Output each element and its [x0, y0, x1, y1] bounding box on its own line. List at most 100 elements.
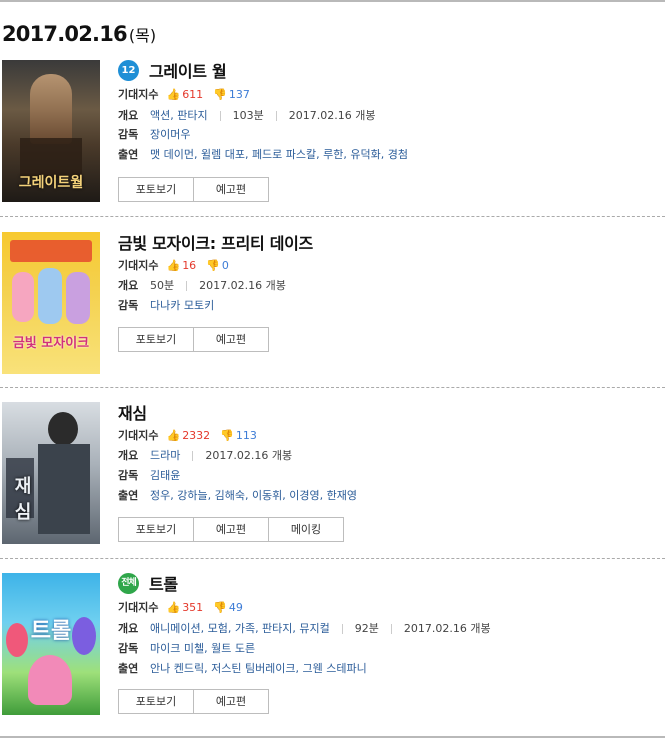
cast-row: 출연 안나 켄드릭, 저스틴 팀버레이크, 그웬 스테파니: [118, 661, 367, 677]
movie-title[interactable]: 트롤: [149, 575, 178, 594]
separator: [341, 624, 343, 634]
dislike-button[interactable]: 👎 0: [206, 259, 229, 272]
runtime: 92분: [354, 622, 379, 635]
photo-button[interactable]: 포토보기: [118, 689, 194, 714]
action-buttons: 포토보기 예고편: [118, 177, 269, 202]
genre-links[interactable]: 애니메이션, 모험, 가족, 판타지, 뮤지컬: [150, 622, 330, 635]
title-row: 재심: [118, 400, 147, 423]
title-row: 금빛 모자이크: 프리티 데이즈: [118, 230, 313, 253]
age-rating-badge: 전체: [118, 572, 139, 594]
cast-label: 출연: [118, 148, 139, 161]
genre-links[interactable]: 드라마: [150, 449, 180, 462]
action-buttons: 포토보기 예고편: [118, 327, 269, 352]
dislike-button[interactable]: 👎 137: [213, 88, 250, 101]
day-of-week: (목): [128, 26, 157, 45]
date-text: 2017.02.16: [2, 22, 128, 46]
cast-label: 출연: [118, 662, 139, 675]
release-date: 2017.02.16 개봉: [199, 279, 286, 292]
director-label: 감독: [118, 299, 139, 312]
dislike-count: 113: [235, 429, 257, 442]
thumbs-up-icon: 👍: [166, 429, 181, 442]
poster-title: 그레이트월: [18, 175, 84, 191]
trailer-button[interactable]: 예고편: [193, 689, 269, 714]
thumbs-down-icon: 👎: [220, 429, 234, 442]
photo-button[interactable]: 포토보기: [118, 517, 194, 542]
movie-title[interactable]: 금빛 모자이크: 프리티 데이즈: [118, 234, 313, 253]
like-button[interactable]: 👍 2332: [166, 429, 210, 442]
poster-title: 트롤: [30, 619, 72, 644]
overview-row: 개요 드라마 2017.02.16 개봉: [118, 448, 292, 464]
divider: [0, 216, 665, 217]
separator: [275, 111, 277, 121]
cast-row: 출연 맷 데이먼, 윌렘 대포, 페드로 파스칼, 루한, 유덕화, 경첨: [118, 147, 408, 163]
movie-poster[interactable]: 금빛 모자이크: [2, 232, 100, 374]
movie-title[interactable]: 그레이트 월: [149, 62, 227, 81]
overview-row: 개요 애니메이션, 모험, 가족, 판타지, 뮤지컬 92분 2017.02.16 개…: [118, 621, 491, 637]
overview-label: 개요: [118, 449, 139, 462]
release-date: 2017.02.16 개봉: [205, 449, 293, 462]
dislike-count: 137: [228, 88, 250, 101]
trailer-button[interactable]: 예고편: [193, 177, 269, 202]
expect-row: 기대지수 👍 611 👎 137: [118, 87, 250, 103]
release-date-header: 2017.02.16 (목): [2, 22, 156, 46]
runtime: 50분: [150, 279, 175, 292]
director-link[interactable]: 장이머우: [150, 128, 190, 141]
release-date: 2017.02.16 개봉: [403, 622, 491, 635]
thumbs-down-icon: 👎: [213, 601, 227, 614]
photo-button[interactable]: 포토보기: [118, 327, 194, 352]
divider: [0, 558, 665, 559]
like-count: 611: [182, 88, 204, 101]
director-row: 감독 다나카 모토키: [118, 298, 214, 314]
title-row: 전체 트롤: [118, 571, 178, 594]
like-count: 16: [182, 259, 197, 272]
expect-label: 기대지수: [118, 429, 159, 442]
genre-links[interactable]: 액션, 판타지: [150, 109, 208, 122]
cast-label: 출연: [118, 489, 139, 502]
movie-poster[interactable]: 재심: [2, 402, 100, 544]
separator: [186, 281, 188, 291]
age-rating-badge: 12: [118, 59, 139, 81]
expect-row: 기대지수 👍 2332 👎 113: [118, 428, 257, 444]
cast-links[interactable]: 정우, 강하늘, 김해숙, 이동휘, 이경영, 한재영: [150, 489, 357, 502]
movie-poster[interactable]: 트롤: [2, 573, 100, 715]
poster-title: 금빛 모자이크: [12, 336, 90, 351]
like-button[interactable]: 👍 611: [166, 88, 203, 101]
dislike-button[interactable]: 👎 49: [213, 601, 243, 614]
like-button[interactable]: 👍 16: [166, 259, 196, 272]
director-link[interactable]: 김태윤: [150, 469, 180, 482]
expect-row: 기대지수 👍 16 👎 0: [118, 258, 229, 274]
cast-row: 출연 정우, 강하늘, 김해숙, 이동휘, 이경영, 한재영: [118, 488, 357, 504]
bottom-border: [0, 736, 665, 738]
cast-links[interactable]: 안나 켄드릭, 저스틴 팀버레이크, 그웬 스테파니: [150, 662, 367, 675]
director-label: 감독: [118, 469, 139, 482]
trailer-button[interactable]: 예고편: [193, 517, 269, 542]
director-row: 감독 장이머우: [118, 127, 190, 143]
thumbs-up-icon: 👍: [166, 259, 181, 272]
movie-poster[interactable]: 그레이트월: [2, 60, 100, 202]
action-buttons: 포토보기 예고편: [118, 689, 269, 714]
divider: [0, 387, 665, 388]
making-button[interactable]: 메이킹: [268, 517, 344, 542]
poster-title: 재심: [14, 476, 32, 523]
dislike-count: 0: [221, 259, 229, 272]
dislike-count: 49: [228, 601, 243, 614]
expect-label: 기대지수: [118, 601, 159, 614]
director-link[interactable]: 다나카 모토키: [150, 299, 214, 312]
thumbs-up-icon: 👍: [166, 601, 181, 614]
director-row: 감독 김태윤: [118, 468, 180, 484]
director-label: 감독: [118, 642, 139, 655]
expect-label: 기대지수: [118, 259, 159, 272]
separator: [390, 624, 392, 634]
trailer-button[interactable]: 예고편: [193, 327, 269, 352]
dislike-button[interactable]: 👎 113: [220, 429, 257, 442]
overview-label: 개요: [118, 622, 139, 635]
expect-label: 기대지수: [118, 88, 159, 101]
director-label: 감독: [118, 128, 139, 141]
cast-links[interactable]: 맷 데이먼, 윌렘 대포, 페드로 파스칼, 루한, 유덕화, 경첨: [150, 148, 408, 161]
director-link[interactable]: 마이크 미첼, 월트 도른: [150, 642, 255, 655]
movie-title[interactable]: 재심: [118, 404, 147, 423]
like-button[interactable]: 👍 351: [166, 601, 203, 614]
thumbs-down-icon: 👎: [206, 259, 220, 272]
overview-label: 개요: [118, 109, 139, 122]
photo-button[interactable]: 포토보기: [118, 177, 194, 202]
